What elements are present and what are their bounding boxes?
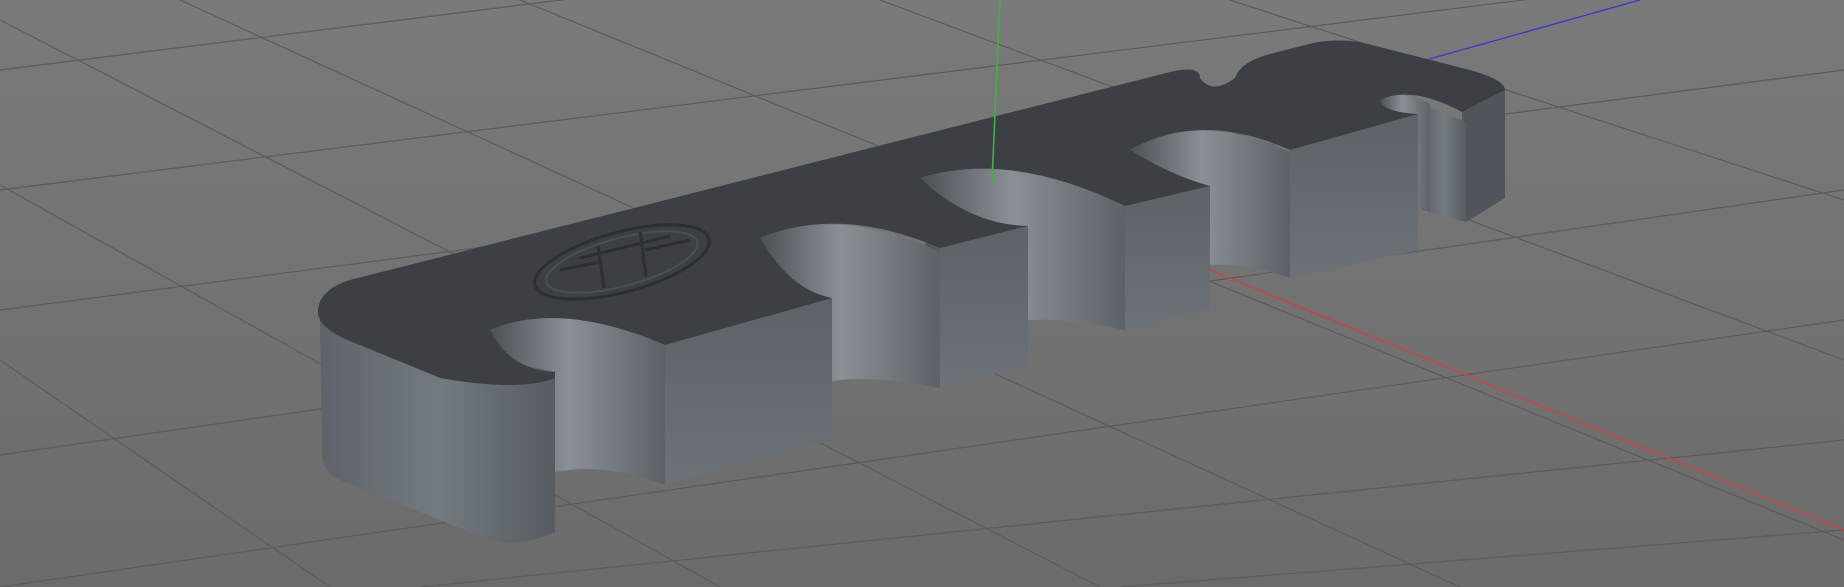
model-block-2-front [940,226,1028,388]
model-block-3-front [1125,186,1210,330]
3d-viewport[interactable] [0,0,1844,587]
viewport-canvas[interactable] [0,0,1844,587]
